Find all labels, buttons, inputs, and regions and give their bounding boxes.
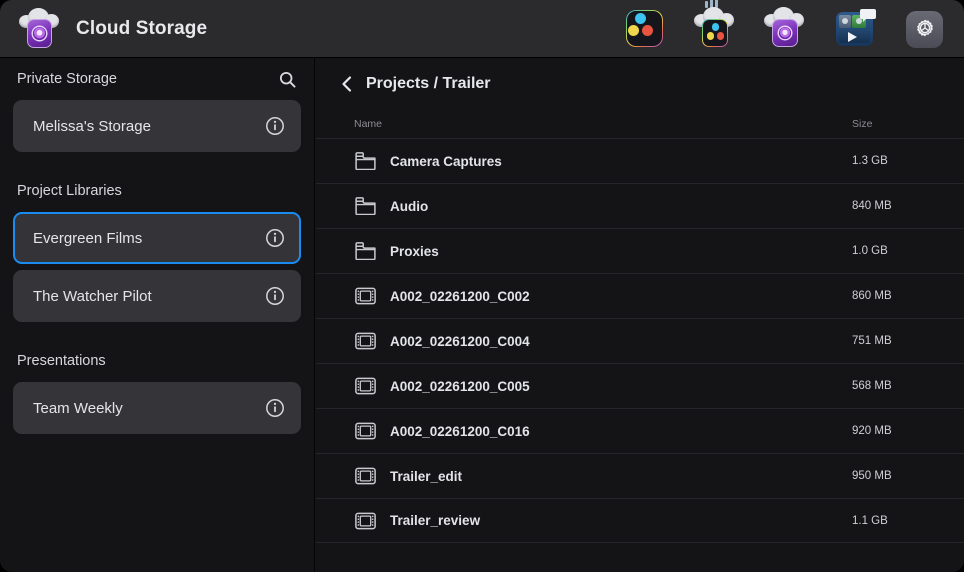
file-size: 860 MB [852,290,892,302]
file-size: 1.0 GB [852,245,888,257]
davinci-resolve-icon[interactable] [622,7,666,51]
table-row[interactable]: A002_02261200_C002 860 MB [316,273,964,318]
cloud-storage-app-icon [16,8,62,50]
app-title: Cloud Storage [76,18,207,40]
clip-icon [354,510,376,532]
sidebar-section-title: Private Storage [17,71,117,87]
sidebar: Private Storage Melissa's Storage Pr [0,58,315,572]
file-list: Camera Captures 1.3 GB Audio 840 MB Proxie… [316,138,964,543]
file-name: A002_02261200_C016 [390,424,530,439]
sidebar-item-evergreen-films[interactable]: Evergreen Films [13,212,301,264]
search-icon[interactable] [278,70,297,89]
sidebar-item-label: Melissa's Storage [33,118,265,135]
breadcrumb: Projects / Trailer [316,58,964,110]
clip-icon [354,420,376,442]
brand: Cloud Storage [0,8,207,50]
table-row[interactable]: A002_02261200_C005 568 MB [316,363,964,408]
file-name: Trailer_edit [390,469,462,484]
sidebar-item-label: Team Weekly [33,400,265,417]
info-icon[interactable] [265,286,285,306]
app-header: Cloud Storage [0,0,964,58]
sidebar-item-label: The Watcher Pilot [33,288,265,305]
file-size: 920 MB [852,425,892,437]
clip-icon [354,330,376,352]
column-header-name: Name [354,118,382,130]
blackmagic-cloud-icon[interactable] [692,7,736,51]
file-name: A002_02261200_C002 [390,289,530,304]
table-row[interactable]: Trailer_edit 950 MB [316,453,964,498]
file-name: Camera Captures [390,154,502,169]
settings-gear-icon[interactable] [902,7,946,51]
table-row[interactable]: Proxies 1.0 GB [316,228,964,273]
sidebar-section-title: Project Libraries [17,183,122,199]
clip-icon [354,375,376,397]
table-row[interactable]: A002_02261200_C004 751 MB [316,318,964,363]
file-name: A002_02261200_C005 [390,379,530,394]
file-size: 1.3 GB [852,155,888,167]
sidebar-section-header-presentations: Presentations [13,340,301,382]
presentations-icon[interactable] [832,7,876,51]
breadcrumb-path: Projects / Trailer [366,75,491,93]
info-icon[interactable] [265,398,285,418]
column-header-size: Size [852,118,872,130]
table-row[interactable]: Camera Captures 1.3 GB [316,138,964,183]
sidebar-section-title: Presentations [17,353,106,369]
cloud-storage-icon[interactable] [762,7,806,51]
column-headers: Name Size [316,110,964,138]
chevron-left-icon[interactable] [340,75,354,93]
table-row[interactable]: A002_02261200_C016 920 MB [316,408,964,453]
storage-tile [27,19,52,48]
clip-icon [354,465,376,487]
sidebar-item-the-watcher-pilot[interactable]: The Watcher Pilot [13,270,301,322]
folder-icon [354,195,376,217]
table-row[interactable]: Audio 840 MB [316,183,964,228]
sidebar-section-header-project-libraries: Project Libraries [13,170,301,212]
cloud-storage-window: Cloud Storage [0,0,964,572]
folder-icon [354,240,376,262]
sidebar-section-header-private-storage: Private Storage [13,58,301,100]
info-icon[interactable] [265,228,285,248]
file-name: Proxies [390,244,439,259]
file-name: A002_02261200_C004 [390,334,530,349]
file-name: Audio [390,199,428,214]
file-size: 950 MB [852,470,892,482]
header-app-switcher [622,0,946,58]
sidebar-item-label: Evergreen Films [33,230,265,247]
file-size: 1.1 GB [852,515,888,527]
file-size: 751 MB [852,335,892,347]
sidebar-item-team-weekly[interactable]: Team Weekly [13,382,301,434]
info-icon[interactable] [265,116,285,136]
table-row[interactable]: Trailer_review 1.1 GB [316,498,964,543]
file-size: 840 MB [852,200,892,212]
clip-icon [354,285,376,307]
folder-icon [354,150,376,172]
file-browser: Projects / Trailer Name Size Camera Capt… [316,58,964,572]
file-name: Trailer_review [390,513,480,528]
file-size: 568 MB [852,380,892,392]
sidebar-item-melissas-storage[interactable]: Melissa's Storage [13,100,301,152]
